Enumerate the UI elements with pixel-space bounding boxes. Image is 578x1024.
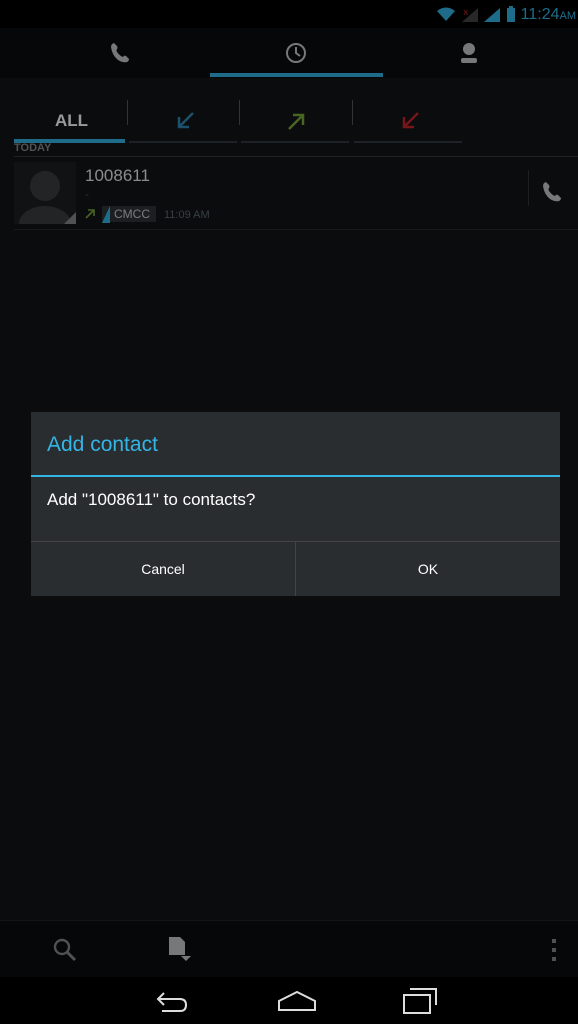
dialog-message: Add "1008611" to contacts? xyxy=(47,490,256,509)
recent-apps-icon[interactable] xyxy=(402,987,438,1015)
dialog-title: Add contact xyxy=(47,433,158,456)
ok-button[interactable]: OK xyxy=(296,542,560,596)
home-icon[interactable] xyxy=(277,989,317,1013)
dialog-title-divider xyxy=(31,475,560,477)
back-icon[interactable] xyxy=(154,989,190,1013)
navigation-bar xyxy=(0,977,578,1024)
cancel-button[interactable]: Cancel xyxy=(31,542,295,596)
add-contact-dialog: Add contact Add "1008611" to contacts? C… xyxy=(31,412,560,596)
